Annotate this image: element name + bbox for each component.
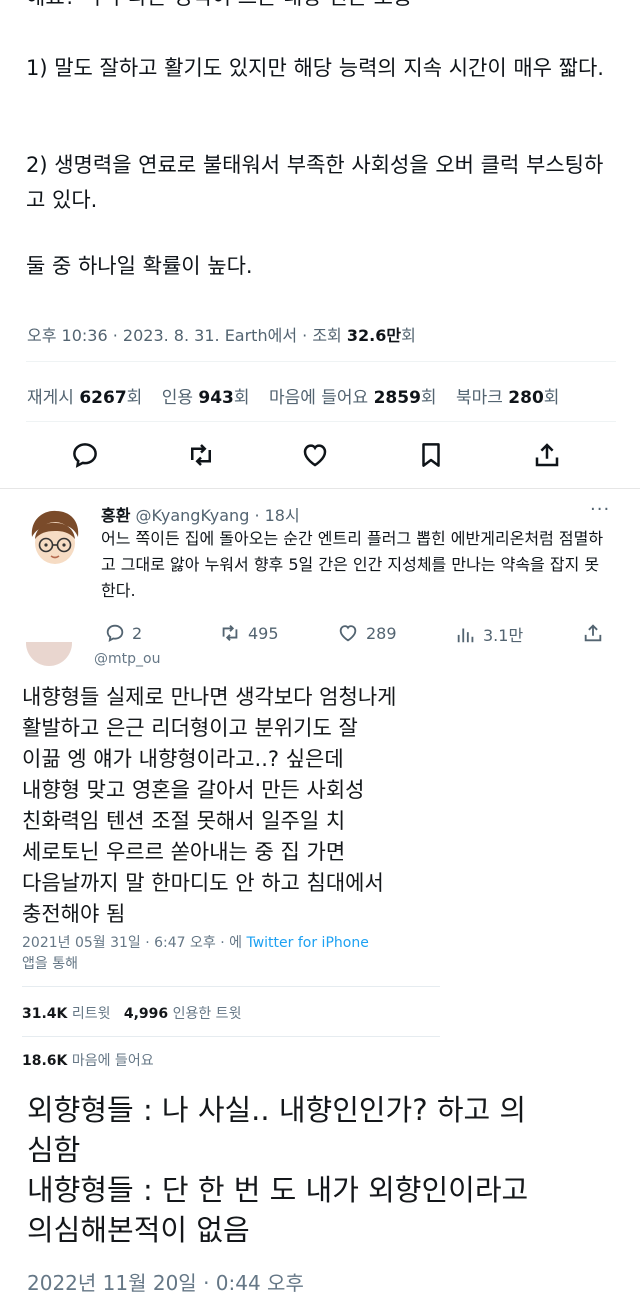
reply-replies-button[interactable]: 2 [104,622,142,644]
reply-like-button[interactable]: 289 [336,622,397,644]
reply-tweet[interactable]: 홍환 @KyangKyang · 18시 ··· 어느 쪽이든 집에 돌아오는 … [0,488,640,661]
bookmarks-stat[interactable]: 북마크 280회 [456,388,559,408]
tweet-time[interactable]: 오후 10:36 [27,326,108,345]
tweet-stats: 재게시 6267회 인용 943회 마음에 들어요 2859회 북마크 280회 [27,383,559,408]
cutoff-timestamp: 2022년 11월 20일 · 0:44 오후 [27,1271,304,1295]
tweet-date[interactable]: 2023. 8. 31. [123,326,220,345]
reply-header: 홍환 @KyangKyang · 18시 [101,506,300,525]
retweets-stat[interactable]: 재게시 6267회 [27,388,142,408]
twitter-client-link[interactable]: Twitter for iPhone [246,935,368,951]
tweet-paragraph-3: 둘 중 하나일 확률이 높다. [26,254,253,278]
views-value: 32.6만 [346,326,402,345]
tweet-meta: 오후 10:36 · 2023. 8. 31. Earth에서 · 조회 32.… [27,326,416,345]
views-suffix: 회 [401,326,416,345]
more-icon[interactable]: ··· [590,499,610,520]
tweet-paragraph-1: 1) 말도 잘하고 활기도 있지만 해당 능력의 지속 시간이 매우 짧다. [26,56,604,80]
cutoff-text: 해요? 각각 다른 경역이 드는 내향 인은 보통 [26,0,616,15]
retweet-icon[interactable] [186,440,216,470]
old-tweet-via: 앱을 통해 [22,956,78,972]
old-quotes-stat[interactable]: 4,996 인용한 트윗 [124,1006,242,1022]
old-handle: @mtp_ou [94,651,161,667]
heart-icon [339,625,357,642]
big-tweet-text: 외향형들 : 나 사실.. 내향인인가? 하고 의 심함 내향형들 : 단 한 … [27,1093,529,1247]
views-label: 조회 [312,326,342,345]
reply-time[interactable]: 18시 [265,506,300,525]
reply-name[interactable]: 홍환 [101,506,130,525]
reply-retweet-button[interactable]: 495 [218,622,279,644]
tweet-source: Earth에서 [224,326,298,345]
retweet-icon [222,625,238,641]
reply-icon [106,624,124,643]
old-tweet-date: 2021년 05월 31일 · 6:47 오후 · 에 [22,935,243,951]
analytics-icon [457,628,474,643]
main-tweet: 해요? 각각 다른 경역이 드는 내향 인은 보통 1) 말도 잘하고 활기도 … [0,0,640,488]
old-tweet-stats: 31.4K 리트윗 4,996 인용한 트윗 [22,1003,241,1023]
reply-text: 어느 쪽이든 집에 돌아오는 순간 엔트리 플러그 뽑힌 에반게리온처럼 점멸하… [101,529,604,600]
old-tweet-meta: 2021년 05월 31일 · 6:47 오후 · 에 Twitter for … [22,933,442,975]
avatar [26,642,72,666]
reply-icon[interactable] [70,440,100,470]
retweet-count: 495 [248,623,279,643]
divider [26,361,616,362]
likes-stat[interactable]: 마음에 들어요 2859회 [269,388,437,408]
share-icon[interactable] [582,622,604,644]
bookmark-icon[interactable] [416,440,446,470]
reply-handle[interactable]: @KyangKyang [136,506,250,525]
quotes-stat[interactable]: 인용 943회 [162,388,250,408]
reply-count: 2 [132,623,143,643]
old-retweets-stat[interactable]: 31.4K 리트윗 [22,1006,110,1022]
tweet-paragraph-2: 2) 생명력을 연료로 불태워서 부족한 사회성을 오버 클럭 부스팅하고 있다… [26,153,604,212]
old-likes-stat[interactable]: 18.6K 마음에 들어요 [22,1050,154,1070]
view-count: 3.1만 [483,626,524,645]
reply-views-button[interactable]: 3.1만 [455,622,523,646]
heart-icon[interactable] [300,440,330,470]
avatar[interactable] [22,505,88,571]
like-count: 289 [366,623,397,643]
old-tweet-screenshot: @mtp_ou 내향형들 실제로 만나면 생각보다 엄청나게 활발하고 은근 리… [0,642,640,1295]
divider [26,421,616,422]
divider [22,1036,440,1037]
share-icon[interactable] [532,440,562,470]
old-tweet-text: 내향형들 실제로 만나면 생각보다 엄청나게 활발하고 은근 리더형이고 분위기… [22,685,397,926]
divider [22,986,440,987]
